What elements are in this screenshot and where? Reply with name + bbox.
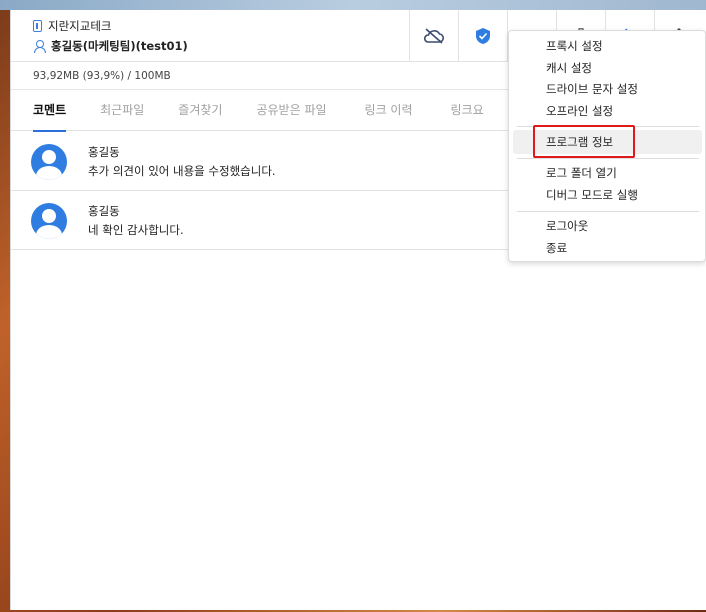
menu-item-run-debug-mode[interactable]: 디버그 모드로 실행 — [546, 185, 638, 205]
tab-comments[interactable]: 코멘트 — [33, 90, 84, 132]
user-icon — [33, 40, 46, 53]
desktop-background-strip — [0, 0, 706, 10]
menu-item-offline-settings[interactable]: 오프라인 설정 — [546, 101, 613, 121]
tab-link-request[interactable]: 링크요 — [451, 90, 502, 131]
avatar — [31, 203, 67, 239]
company-row: 지란지교테크 — [33, 18, 111, 34]
comment-author: 홍길동 — [88, 145, 120, 159]
security-button[interactable] — [458, 10, 507, 62]
cloud-offline-icon — [423, 28, 445, 44]
menu-item-exit[interactable]: 종료 — [546, 238, 567, 258]
tab-shared-files[interactable]: 공유받은 파일 — [256, 90, 344, 131]
comment-text: 네 확인 감사합니다. — [88, 223, 184, 237]
menu-divider — [517, 211, 699, 212]
comment-author: 홍길동 — [88, 204, 120, 218]
user-row[interactable]: 홍길동(마케팅팀)(test01) — [33, 38, 188, 54]
company-name: 지란지교테크 — [48, 19, 112, 33]
user-name: 홍길동(마케팅팀)(test01) — [51, 39, 188, 53]
menu-item-drive-letter-settings[interactable]: 드라이브 문자 설정 — [546, 79, 638, 99]
building-icon — [33, 20, 42, 32]
tab-recent-files[interactable]: 최근파일 — [100, 90, 162, 131]
tab-favorites[interactable]: 즐겨찾기 — [178, 90, 240, 131]
storage-usage: 93,92MB (93,9%) / 100MB — [33, 70, 171, 82]
highlight-annotation-box — [533, 125, 635, 158]
avatar — [31, 144, 67, 180]
menu-item-proxy-settings[interactable]: 프록시 설정 — [546, 36, 603, 56]
menu-item-open-log-folder[interactable]: 로그 폴더 열기 — [546, 163, 617, 183]
tab-link-history[interactable]: 링크 이력 — [365, 90, 431, 131]
menu-item-cache-settings[interactable]: 캐시 설정 — [546, 58, 592, 78]
menu-divider — [517, 158, 699, 159]
shield-icon — [476, 28, 490, 44]
menu-item-logout[interactable]: 로그아웃 — [546, 216, 588, 236]
comment-text: 추가 의견이 있어 내용을 수정했습니다. — [88, 164, 276, 178]
offline-button[interactable] — [409, 10, 458, 62]
